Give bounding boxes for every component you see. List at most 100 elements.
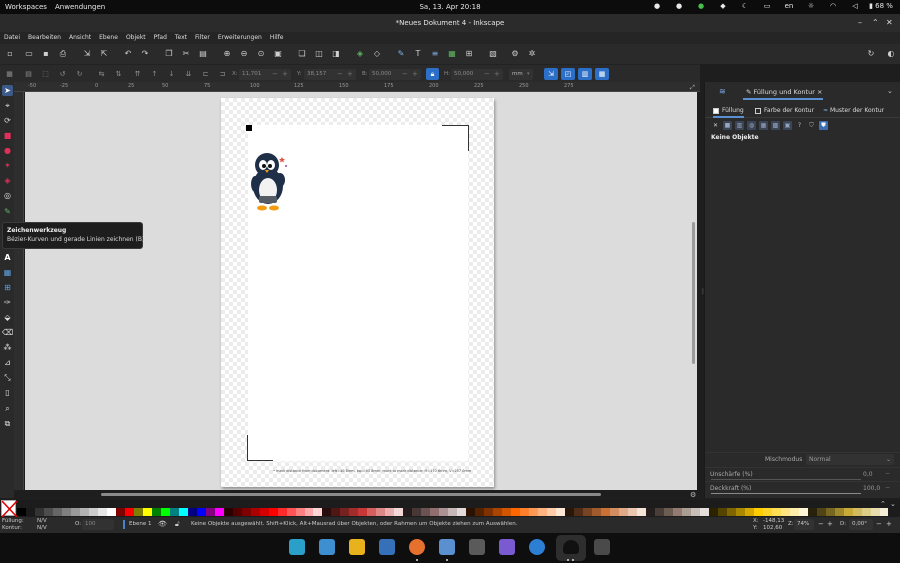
subtab-stroke-style[interactable]: ≂ Muster der Kontur [823,107,884,114]
palette-swatch[interactable] [753,508,763,516]
measure-tool-icon[interactable]: ⊿ [2,357,13,368]
palette-swatch[interactable] [600,508,610,516]
palette-swatch[interactable] [816,508,826,516]
transform-gradients-icon[interactable]: ▥ [578,68,592,80]
palette-swatch[interactable] [61,508,71,516]
dock-menu-chevron-icon[interactable]: ⌄ [887,87,893,95]
store-icon[interactable] [499,539,515,555]
palette-swatch[interactable] [861,508,871,516]
lower-bottom-icon[interactable]: ⇊ [184,70,193,79]
menu-objekt[interactable]: Objekt [122,32,150,44]
palette-swatch[interactable] [232,508,242,516]
lpe-tool-icon[interactable]: ⧉ [2,418,13,429]
layers-icon[interactable]: ≡ [430,49,440,59]
palette-swatch[interactable] [160,508,170,516]
palette-swatch[interactable] [511,508,521,516]
opacity-status-input[interactable]: 100 [82,519,114,530]
zoom-selection-icon[interactable]: ⊕ [222,49,232,59]
menu-filter[interactable]: Filter [191,32,214,44]
palette-swatch[interactable] [466,508,476,516]
pattern-icon[interactable]: ▩ [771,121,780,130]
palette-swatch[interactable] [789,508,799,516]
palette-swatch[interactable] [322,508,332,516]
palette-swatch[interactable] [214,508,224,516]
document-properties-icon[interactable]: ▧ [488,49,498,59]
palette-swatch[interactable] [825,508,835,516]
palette-swatch[interactable] [151,508,161,516]
palette-swatch[interactable] [627,508,637,516]
text-font-icon[interactable]: T [413,49,423,59]
raise-top-icon[interactable]: ⇈ [133,70,142,79]
palette-swatch[interactable] [340,508,350,516]
mesh-gradient-icon[interactable]: ▦ [759,121,768,130]
height-plus-icon[interactable]: + [494,69,500,80]
palette-swatch[interactable] [852,508,862,516]
height-field[interactable]: H: 50,000 − + [444,69,504,80]
palette-swatch[interactable] [124,508,134,516]
dropper-tool-icon[interactable]: ✑ [2,297,13,308]
palette-swatch[interactable] [295,508,305,516]
select-all-layers-icon[interactable]: ▤ [24,70,33,79]
xml-editor-icon[interactable]: ✎ [396,49,406,59]
zoom-page-icon[interactable]: ⊙ [256,49,266,59]
palette-swatch[interactable] [654,508,664,516]
palette-swatch[interactable] [439,508,449,516]
app-launcher-icon[interactable] [289,539,305,555]
palette-swatch[interactable] [313,508,323,516]
zoom-tool-icon[interactable]: ⌕ [2,403,13,414]
select-all-icon[interactable]: ▦ [5,70,14,79]
export-icon[interactable]: ⇱ [99,49,109,59]
palette-swatch[interactable] [636,508,646,516]
height-minus-icon[interactable]: − [484,69,490,80]
linear-gradient-icon[interactable]: ▥ [735,121,744,130]
palette-swatch[interactable] [690,508,700,516]
paste-icon[interactable]: ▤ [198,49,208,59]
palette-swatch[interactable] [178,508,188,516]
transform-patterns-icon[interactable]: ▦ [595,68,609,80]
rotation-minus-icon[interactable]: − [876,520,882,528]
palette-swatch[interactable] [609,508,619,516]
palette-swatch[interactable] [205,508,215,516]
spiral-tool-icon[interactable]: ◎ [2,190,13,201]
menu-bearbeiten[interactable]: Bearbeiten [24,32,65,44]
align-distribute-icon[interactable]: ⊞ [464,49,474,59]
menu-pfad[interactable]: Pfad [150,32,171,44]
layer-visibility-icon[interactable]: 👁︎ [158,520,167,528]
app-grid-icon[interactable] [349,539,365,555]
palette-swatch[interactable] [70,508,80,516]
palette-swatch[interactable] [97,508,107,516]
palette-swatch[interactable] [268,508,278,516]
status-ok-icon[interactable]: ● [690,2,712,10]
menu-ebene[interactable]: Ebene [95,32,122,44]
pencil-tool-icon[interactable]: ✎ [2,206,13,217]
palette-swatch[interactable] [88,508,98,516]
radial-gradient-icon[interactable]: ◍ [747,121,756,130]
unset-paint-icon[interactable]: ? [795,121,804,130]
palette-swatch[interactable] [475,508,485,516]
no-paint-icon[interactable]: ✕ [711,121,720,130]
palette-swatch[interactable] [618,508,628,516]
scale-corners-icon[interactable]: ◰ [561,68,575,80]
rotation-input[interactable]: 0,00° [849,519,873,530]
deselect-icon[interactable]: ⬚ [41,70,50,79]
night-mode-icon[interactable]: ☾ [734,2,756,10]
duplicate-icon[interactable]: ❏ [297,49,307,59]
palette-swatch[interactable] [457,508,467,516]
browser-icon[interactable] [529,539,545,555]
pages-tool-icon[interactable]: ▯ [2,387,13,398]
y-minus-icon[interactable]: − [337,69,343,80]
subtab-stroke-paint[interactable]: Farbe der Kontur [755,107,814,114]
palette-swatch[interactable] [430,508,440,516]
blur-minus-icon[interactable]: − [885,470,890,477]
inkscape-active-icon[interactable] [556,535,586,561]
menu-ansicht[interactable]: Ansicht [65,32,95,44]
close-window-icon[interactable]: ✕ [886,18,893,27]
palette-swatch[interactable] [780,508,790,516]
settings-app-icon[interactable] [469,539,485,555]
palette-swatch[interactable] [493,508,503,516]
selector-tool-icon[interactable]: ➤ [2,85,13,96]
palette-swatch[interactable] [106,508,116,516]
width-plus-icon[interactable]: + [412,69,418,80]
display-icon[interactable]: ▭ [756,2,778,10]
y-field[interactable]: Y: 38,157 − + [297,69,357,80]
